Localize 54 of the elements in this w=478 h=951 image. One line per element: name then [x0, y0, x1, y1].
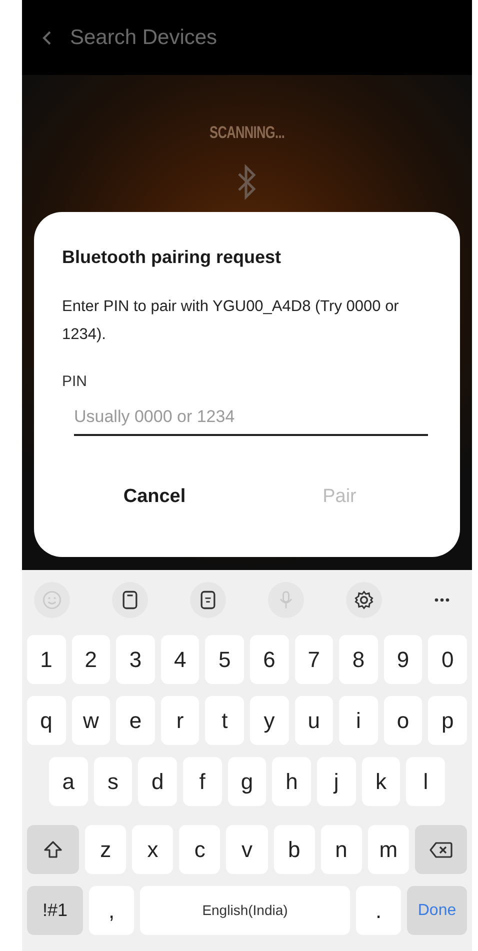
- backspace-icon: [428, 840, 453, 858]
- key[interactable]: s: [94, 757, 132, 806]
- key[interactable]: t: [205, 696, 244, 745]
- key[interactable]: g: [228, 757, 266, 806]
- key[interactable]: n: [320, 825, 362, 874]
- key[interactable]: j: [317, 757, 356, 806]
- shift-key[interactable]: [27, 825, 79, 874]
- key[interactable]: f: [183, 757, 222, 806]
- key[interactable]: i: [339, 696, 378, 745]
- key[interactable]: p: [428, 696, 467, 745]
- key[interactable]: 2: [72, 635, 110, 684]
- key[interactable]: ,: [89, 886, 134, 935]
- key[interactable]: 0: [428, 635, 467, 684]
- key[interactable]: b: [274, 825, 315, 874]
- pin-field[interactable]: Usually 0000 or 1234: [74, 400, 428, 436]
- shift-icon: [43, 840, 63, 860]
- dialog-message: Enter PIN to pair with YGU00_A4D8 (Try 0000 or 1234).: [62, 297, 400, 345]
- back-icon[interactable]: [42, 30, 52, 46]
- key[interactable]: o: [384, 696, 422, 745]
- key[interactable]: z: [85, 825, 126, 874]
- settings-icon[interactable]: [353, 589, 375, 611]
- key[interactable]: d: [138, 757, 178, 806]
- key[interactable]: h: [272, 757, 312, 806]
- key[interactable]: w: [72, 696, 110, 745]
- key[interactable]: c: [179, 825, 220, 874]
- backspace-key[interactable]: [414, 825, 467, 874]
- symbols-key[interactable]: !#1: [27, 886, 83, 935]
- key[interactable]: 6: [250, 635, 289, 684]
- key[interactable]: 7: [294, 635, 334, 684]
- key[interactable]: 8: [339, 635, 378, 684]
- key[interactable]: e: [116, 696, 155, 745]
- bluetooth-icon: [236, 164, 258, 200]
- key[interactable]: x: [132, 825, 174, 874]
- key[interactable]: u: [294, 696, 334, 745]
- key[interactable]: 9: [384, 635, 422, 684]
- key[interactable]: y: [250, 696, 289, 745]
- key[interactable]: r: [160, 696, 200, 745]
- key[interactable]: l: [406, 757, 446, 806]
- key[interactable]: v: [226, 825, 268, 874]
- key[interactable]: 4: [160, 635, 200, 684]
- pin-label: PIN: [62, 372, 88, 392]
- key[interactable]: m: [368, 825, 409, 874]
- key[interactable]: .: [356, 886, 401, 935]
- key[interactable]: 5: [205, 635, 244, 684]
- key[interactable]: q: [27, 696, 66, 745]
- key[interactable]: k: [362, 757, 400, 806]
- dialog-button[interactable]: Cancel: [62, 478, 247, 518]
- space-key[interactable]: English(India): [140, 886, 350, 935]
- key[interactable]: 3: [116, 635, 155, 684]
- scanning-status: SCANNING...: [209, 122, 285, 144]
- dialog-title: Bluetooth pairing request: [62, 246, 282, 269]
- key[interactable]: a: [49, 757, 88, 806]
- screen-title: Search Devices: [70, 24, 218, 51]
- key[interactable]: 1: [27, 635, 66, 684]
